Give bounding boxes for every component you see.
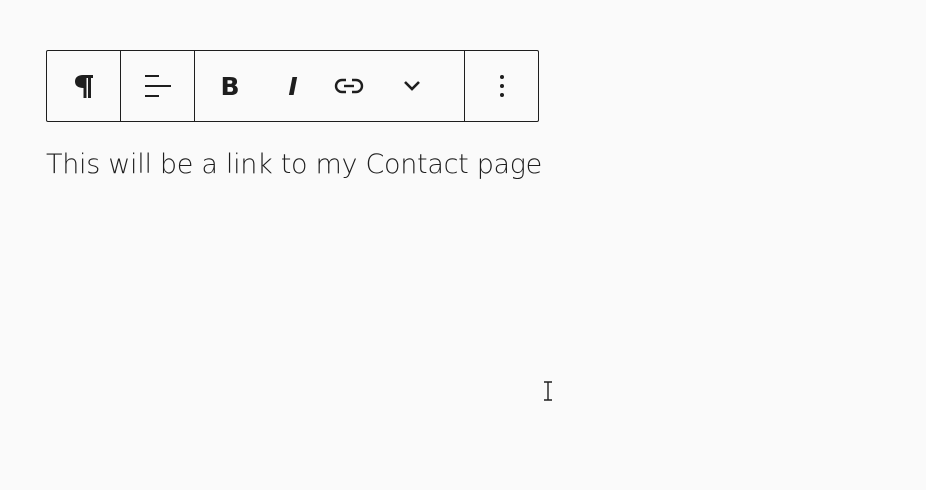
italic-button[interactable]: I [265, 51, 321, 121]
options-group [465, 51, 538, 121]
italic-label: I [288, 71, 298, 101]
paragraph-block[interactable]: This will be a link to my Contact page [46, 146, 542, 184]
align-left-icon [144, 75, 171, 97]
align-button[interactable] [121, 51, 194, 121]
format-group: B I [195, 51, 465, 121]
link-icon [334, 78, 364, 94]
more-formats-button[interactable] [377, 51, 447, 121]
options-button[interactable] [465, 51, 538, 121]
chevron-down-icon [404, 81, 420, 91]
align-group [121, 51, 195, 121]
bold-button[interactable]: B [195, 51, 265, 121]
text-cursor-icon [544, 381, 552, 401]
more-vertical-icon [499, 75, 504, 97]
pilcrow-icon [74, 75, 93, 98]
block-toolbar: B I [46, 50, 539, 122]
link-button[interactable] [321, 51, 377, 121]
block-type-group [47, 51, 121, 121]
bold-label: B [220, 71, 240, 101]
block-type-button[interactable] [47, 51, 120, 121]
